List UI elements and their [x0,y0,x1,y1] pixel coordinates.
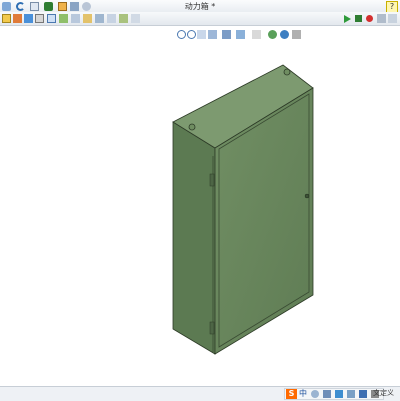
undo-icon[interactable] [16,2,25,11]
edit-appearance-icon[interactable] [268,30,277,39]
arc-icon[interactable] [59,14,68,23]
macro-icon[interactable] [377,14,386,23]
zoom-area-icon[interactable] [187,30,196,39]
print-icon[interactable] [70,2,79,11]
circle-icon[interactable] [47,14,56,23]
zoom-to-fit-icon[interactable] [177,30,186,39]
previous-view-icon[interactable] [197,30,206,39]
stop-icon[interactable] [355,15,362,22]
ime-toolbar[interactable]: S 中 [284,388,384,400]
ime-skin-icon[interactable] [347,390,355,398]
record-icon[interactable] [366,15,373,22]
select-icon[interactable] [30,2,39,11]
door-handle [304,193,310,199]
cabinet-side-face [172,121,216,355]
ime-keyboard-icon[interactable] [335,390,343,398]
macro-toolbar [342,12,400,25]
spline-icon[interactable] [71,14,80,23]
options-icon[interactable] [82,2,91,11]
ime-voice-icon[interactable] [323,390,331,398]
ime-toolbox-icon[interactable] [359,390,367,398]
home-icon[interactable] [2,2,11,11]
section-view-icon[interactable] [208,30,217,39]
smart-dimension-icon[interactable] [13,14,22,23]
hide-show-icon[interactable] [252,30,261,39]
status-text: 文定义 [373,389,394,397]
model-view [172,64,314,355]
top-hinge [209,173,215,187]
reference-icon[interactable] [131,14,140,23]
line-icon[interactable] [24,14,33,23]
view-settings-icon[interactable] [292,30,301,39]
lifting-eye-front [188,123,196,131]
view-orientation-icon[interactable] [222,30,231,39]
display-style-icon[interactable] [236,30,245,39]
appearance-icon[interactable] [119,14,128,23]
rebuild-icon[interactable] [44,2,53,11]
view-icon[interactable] [107,14,116,23]
bottom-hinge [209,321,215,335]
graphics-area[interactable] [0,26,400,386]
ime-logo: S [286,389,297,399]
edit-macro-icon[interactable] [388,14,397,23]
save-icon[interactable] [58,2,67,11]
mirror-icon[interactable] [83,14,92,23]
apply-scene-icon[interactable] [280,30,289,39]
ime-punctuation-icon[interactable] [311,390,319,398]
heads-up-view-toolbar [175,29,305,40]
feature-icon[interactable] [95,14,104,23]
lifting-eye-back [283,68,291,76]
rectangle-icon[interactable] [35,14,44,23]
command-manager [0,12,400,26]
sketch-icon[interactable] [2,14,11,23]
ime-mode[interactable]: 中 [299,389,307,399]
play-icon[interactable] [344,15,351,23]
